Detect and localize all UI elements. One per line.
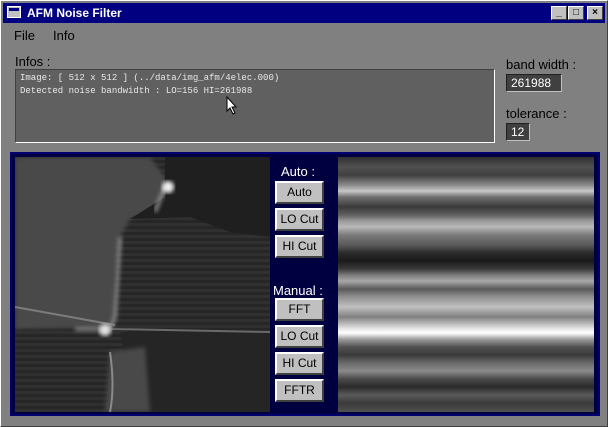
maximize-button[interactable]: □: [568, 6, 584, 20]
auto-button[interactable]: Auto: [275, 181, 324, 204]
auto-hi-cut-button[interactable]: HI Cut: [275, 235, 324, 258]
noise-band-image: [338, 157, 594, 412]
manual-section-label: Manual :: [273, 283, 323, 298]
minimize-button[interactable]: _: [551, 6, 567, 20]
info-line-bandwidth: Detected noise bandwidth : LO=156 HI=261…: [20, 86, 253, 96]
close-button[interactable]: ×: [587, 6, 603, 20]
fft-button[interactable]: FFT: [275, 298, 324, 321]
tolerance-field[interactable]: 12: [506, 123, 530, 141]
fftr-button[interactable]: FFTR: [275, 379, 324, 402]
auto-section-label: Auto :: [281, 164, 315, 179]
title-bar[interactable]: AFM Noise Filter _ □ ×: [3, 3, 605, 23]
auto-lo-cut-button[interactable]: LO Cut: [275, 208, 324, 231]
afm-image: [15, 157, 270, 412]
manual-lo-cut-button[interactable]: LO Cut: [275, 325, 324, 348]
info-line-image: Image: [ 512 x 512 ] (../data/img_afm/4e…: [20, 73, 280, 83]
noise-band-graphic: [338, 157, 594, 412]
band-width-label: band width :: [506, 57, 577, 72]
afm-image-graphic: [15, 157, 270, 412]
infos-text-area[interactable]: Image: [ 512 x 512 ] (../data/img_afm/4e…: [15, 69, 495, 143]
mouse-cursor-icon: [226, 96, 238, 115]
menu-info[interactable]: Info: [53, 28, 75, 43]
window-title: AFM Noise Filter: [27, 6, 122, 20]
menu-file[interactable]: File: [14, 28, 35, 43]
band-width-field[interactable]: 261988: [506, 74, 562, 92]
window-icon[interactable]: [7, 6, 21, 18]
menu-bar: File Info: [3, 24, 605, 46]
app-window: AFM Noise Filter _ □ × File Info Infos :…: [0, 0, 608, 427]
manual-hi-cut-button[interactable]: HI Cut: [275, 352, 324, 375]
tolerance-label: tolerance :: [506, 106, 567, 121]
infos-label: Infos :: [15, 54, 51, 69]
